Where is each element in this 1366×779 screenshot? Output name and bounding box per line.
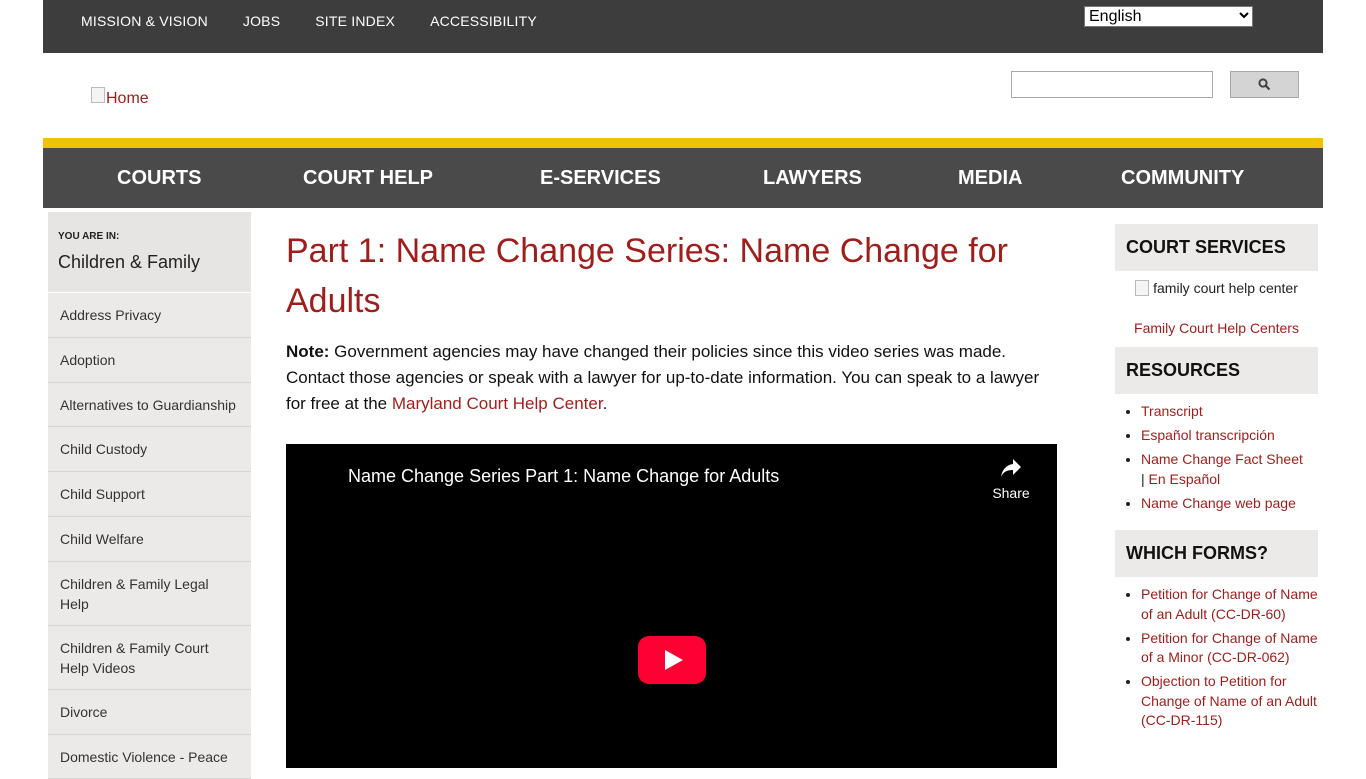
sidebar-item-alternatives-to-guardianship[interactable]: Alternatives to Guardianship	[48, 383, 251, 427]
court-services-heading: COURT SERVICES	[1115, 224, 1318, 271]
note-end: .	[602, 394, 608, 413]
fact-sheet-spanish-link[interactable]: En Español	[1149, 471, 1221, 487]
current-section: Children & Family	[58, 252, 201, 272]
fact-sheet-link[interactable]: Name Change Fact Sheet	[1141, 451, 1303, 467]
family-court-help-image: family court help center	[1115, 279, 1318, 298]
home-logo[interactable]: Home	[91, 87, 149, 108]
search-icon	[1258, 78, 1271, 91]
section-nav: Address Privacy Adoption Alternatives to…	[48, 293, 251, 779]
broken-image-icon	[1135, 280, 1150, 296]
site-index-link[interactable]: SITE INDEX	[315, 13, 395, 29]
nav-court-help[interactable]: COURT HELP	[303, 148, 433, 208]
sidebar-item-child-custody[interactable]: Child Custody	[48, 427, 251, 472]
note-paragraph: Note: Government agencies may have chang…	[286, 339, 1061, 417]
resources-heading: RESOURCES	[1115, 347, 1318, 394]
sidebar-item-child-welfare[interactable]: Child Welfare	[48, 517, 251, 562]
transcript-link[interactable]: Transcript	[1141, 403, 1203, 419]
sidebar-item-legal-help[interactable]: Children & Family Legal Help	[48, 562, 251, 626]
court-help-center-link[interactable]: Maryland Court Help Center	[392, 394, 603, 413]
sidebar-item-child-support[interactable]: Child Support	[48, 472, 251, 517]
spanish-transcript-link[interactable]: Español transcripción	[1141, 427, 1275, 443]
which-forms-heading: WHICH FORMS?	[1115, 530, 1318, 577]
list-item: Transcript	[1141, 402, 1331, 422]
link-separator: |	[1141, 470, 1145, 487]
list-item: Petition for Change of Name of a Minor (…	[1141, 629, 1331, 668]
video-title[interactable]: Name Change Series Part 1: Name Change f…	[348, 466, 779, 487]
jobs-link[interactable]: JOBS	[243, 13, 280, 29]
you-are-in-box: YOU ARE IN: Children & Family	[48, 212, 251, 292]
language-select-value: English	[1089, 8, 1142, 25]
family-court-help-image-alt: family court help center	[1153, 280, 1298, 296]
share-label: Share	[992, 485, 1030, 501]
list-item: Petition for Change of Name of an Adult …	[1141, 585, 1331, 624]
home-logo-alt: Home	[106, 90, 149, 107]
list-item: Objection to Petition for Change of Name…	[1141, 672, 1331, 731]
sidebar-item-domestic-violence[interactable]: Domestic Violence - Peace	[48, 735, 251, 779]
form-objection-link[interactable]: Objection to Petition for Change of Name…	[1141, 673, 1317, 728]
search-button[interactable]	[1230, 71, 1299, 98]
nav-e-services[interactable]: E-SERVICES	[540, 148, 661, 208]
list-item: Name Change web page	[1141, 494, 1331, 514]
language-select[interactable]: English	[1084, 6, 1253, 27]
sidebar-item-court-help-videos[interactable]: Children & Family Court Help Videos	[48, 626, 251, 690]
you-are-in-label: YOU ARE IN:	[58, 231, 120, 242]
list-item: Name Change Fact Sheet | En Español	[1141, 450, 1331, 489]
page-title: Part 1: Name Change Series: Name Change …	[286, 232, 1008, 320]
list-item: Español transcripción	[1141, 426, 1331, 446]
video-player[interactable]: Name Change Series Part 1: Name Change f…	[286, 444, 1057, 768]
search-input[interactable]	[1011, 71, 1213, 98]
accessibility-link[interactable]: ACCESSIBILITY	[430, 13, 537, 29]
name-change-web-page-link[interactable]: Name Change web page	[1141, 495, 1296, 511]
nav-courts[interactable]: COURTS	[117, 148, 201, 208]
share-icon	[1001, 459, 1021, 477]
chevron-down-icon	[1239, 12, 1249, 19]
form-adult-link[interactable]: Petition for Change of Name of an Adult …	[1141, 586, 1318, 622]
nav-community[interactable]: COMMUNITY	[1121, 148, 1244, 208]
note-label: Note:	[286, 342, 330, 361]
main-nav: COURTS COURT HELP E-SERVICES LAWYERS MED…	[43, 148, 1323, 208]
utility-bar: MISSION & VISION JOBS SITE INDEX ACCESSI…	[43, 0, 1323, 53]
family-court-help-centers-link[interactable]: Family Court Help Centers	[1115, 319, 1318, 338]
nav-media[interactable]: MEDIA	[958, 148, 1022, 208]
nav-lawyers[interactable]: LAWYERS	[763, 148, 862, 208]
gold-divider	[43, 138, 1323, 148]
mission-vision-link[interactable]: MISSION & VISION	[81, 13, 208, 29]
resources-list: Transcript Español transcripción Name Ch…	[1123, 402, 1331, 518]
utility-links: MISSION & VISION JOBS SITE INDEX ACCESSI…	[81, 13, 537, 29]
forms-list: Petition for Change of Name of an Adult …	[1123, 585, 1331, 735]
form-minor-link[interactable]: Petition for Change of Name of a Minor (…	[1141, 630, 1318, 666]
broken-image-icon	[91, 87, 105, 103]
share-button[interactable]: Share	[986, 458, 1036, 501]
sidebar-item-divorce[interactable]: Divorce	[48, 690, 251, 735]
play-icon[interactable]	[638, 636, 706, 684]
sidebar-item-address-privacy[interactable]: Address Privacy	[48, 293, 251, 338]
sidebar-item-adoption[interactable]: Adoption	[48, 338, 251, 383]
